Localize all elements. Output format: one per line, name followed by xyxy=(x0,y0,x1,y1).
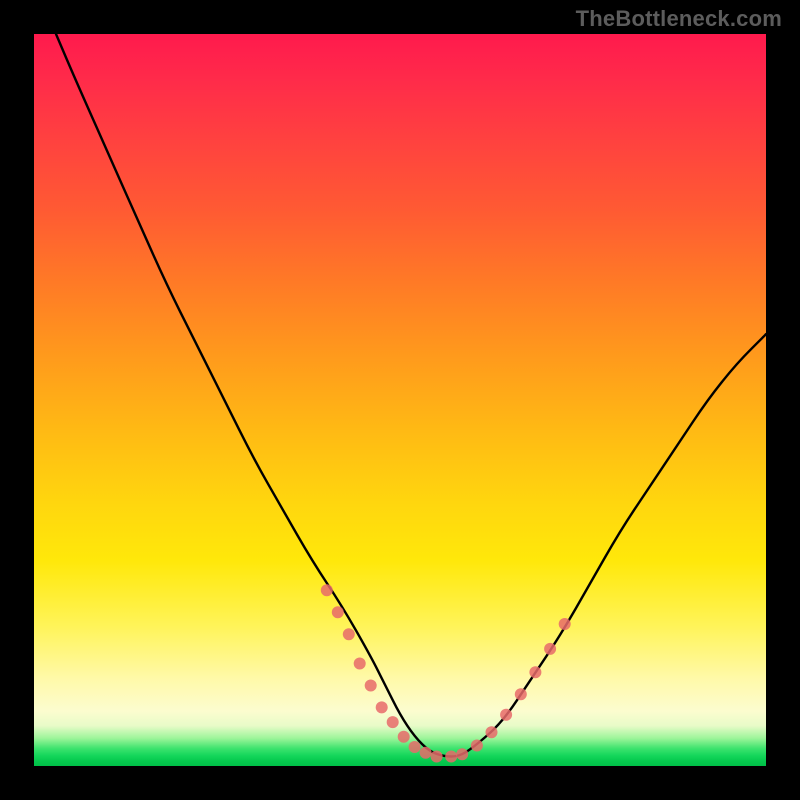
frame-right xyxy=(766,0,800,800)
watermark-text: TheBottleneck.com xyxy=(576,6,782,32)
chart-stage: TheBottleneck.com xyxy=(0,0,800,800)
plot-area xyxy=(34,34,766,766)
